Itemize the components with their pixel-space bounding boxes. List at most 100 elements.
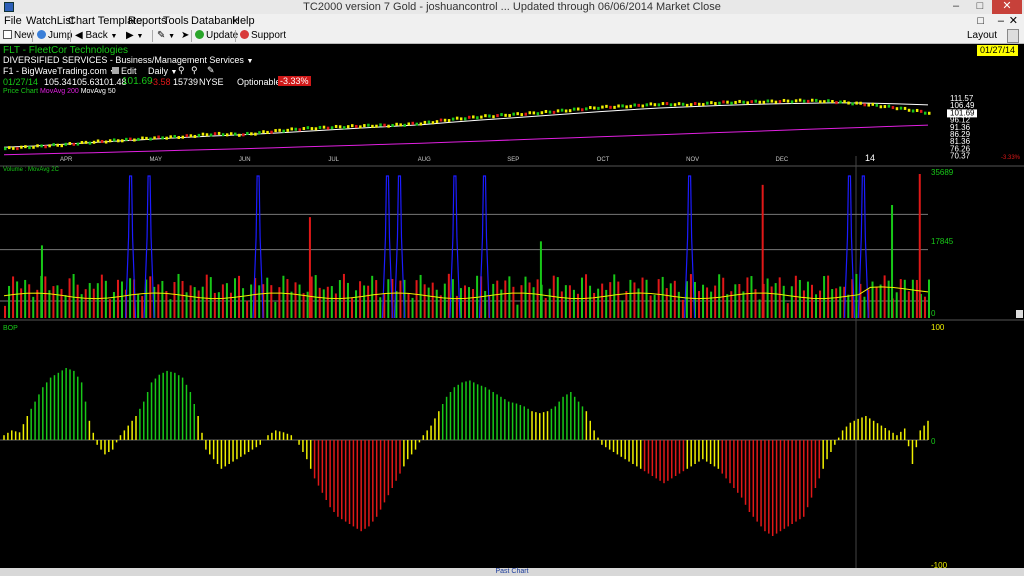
price-candle	[843, 100, 846, 104]
price-candle	[262, 130, 265, 134]
price-candle	[742, 100, 745, 104]
volume-bar	[621, 300, 624, 318]
price-candle	[899, 106, 903, 110]
price-candle	[217, 131, 221, 135]
price-candle	[302, 127, 306, 131]
price-candle	[677, 102, 681, 106]
minimize-button[interactable]: –	[944, 0, 968, 14]
toolbar-divider	[191, 30, 192, 42]
layout-button[interactable]: Layout	[967, 29, 997, 43]
support-button[interactable]: Support	[240, 29, 286, 43]
price-candle	[806, 99, 810, 103]
volume-bar	[508, 276, 511, 318]
price-candle	[657, 103, 661, 107]
price-candle	[334, 124, 338, 128]
volume-bar	[484, 290, 487, 318]
price-candle	[560, 108, 564, 112]
volume-bar	[524, 276, 527, 318]
volume-bar	[60, 288, 63, 318]
price-candle	[28, 146, 31, 150]
menu-watchlist[interactable]: WatchList	[26, 14, 74, 28]
price-candle	[815, 98, 818, 102]
new-button[interactable]: New	[3, 29, 34, 43]
forward-button[interactable]: ▶ ▼	[126, 29, 143, 43]
price-candle	[637, 103, 640, 107]
jump-button[interactable]: Jump	[37, 29, 72, 43]
volume-bar	[798, 279, 801, 318]
volume-bar	[181, 280, 184, 318]
volume-bar	[645, 279, 648, 318]
volume-bar	[492, 283, 495, 318]
volume-bar	[532, 287, 535, 318]
bop-axis-max: 100	[931, 323, 945, 332]
volume-bar	[221, 284, 224, 318]
price-candle	[629, 104, 632, 108]
price-candle	[24, 145, 27, 149]
volume-bar	[681, 299, 684, 318]
price-candle	[714, 102, 717, 106]
menu-reports[interactable]: Reports	[128, 14, 167, 28]
close-button[interactable]: ✕	[992, 0, 1022, 14]
price-candle	[516, 112, 519, 116]
volume-bar	[28, 284, 31, 318]
volume-bar	[883, 275, 886, 318]
volume-bar	[463, 285, 466, 318]
layout-grid-icon[interactable]	[1007, 29, 1019, 43]
price-candle	[726, 100, 729, 104]
price-candle	[12, 146, 15, 150]
price-candle	[528, 111, 532, 115]
volume-bar	[435, 289, 438, 318]
menu-help[interactable]: Help	[232, 14, 255, 28]
price-candle	[205, 133, 209, 137]
volume-bar-tall	[918, 174, 921, 318]
volume-bar	[330, 286, 333, 318]
price-candle	[875, 103, 879, 107]
chevron-down-icon: ▼	[110, 33, 118, 40]
volume-bar	[294, 282, 297, 318]
update-button[interactable]: Update	[195, 29, 238, 43]
volume-bar	[274, 301, 277, 318]
price-candle	[326, 126, 330, 130]
price-candle	[532, 111, 536, 115]
price-candle	[597, 106, 600, 110]
price-candle	[883, 105, 887, 109]
price-candle	[492, 115, 495, 119]
price-candle	[903, 106, 907, 110]
price-candle	[88, 141, 92, 145]
volume-bar	[24, 279, 27, 318]
volume-bar	[718, 274, 721, 318]
price-candle	[633, 103, 636, 107]
volume-bar	[657, 279, 660, 318]
price-candle	[746, 101, 749, 105]
volume-bar	[108, 299, 111, 318]
volume-bar	[68, 278, 71, 318]
price-candle	[572, 107, 576, 111]
back-button[interactable]: ◀ Back ▼	[75, 29, 117, 43]
menu-bar: File WatchList Chart Template Reports To…	[0, 14, 1024, 28]
volume-bar	[576, 293, 579, 318]
menu-close-icon[interactable]: ✕	[1009, 14, 1018, 28]
volume-bar	[923, 296, 926, 318]
price-candle	[480, 115, 483, 119]
pencil-icon: ✎	[157, 30, 166, 41]
menu-tools[interactable]: Tools	[163, 14, 189, 28]
volume-bar	[593, 292, 596, 318]
volume-axis-zero: 0	[931, 309, 936, 318]
bop-legend: BOP	[3, 325, 18, 332]
menu-file[interactable]: File	[4, 14, 22, 28]
menu-minimize-icon[interactable]: –	[998, 14, 1004, 28]
price-candle	[338, 125, 342, 129]
price-candle	[197, 133, 201, 137]
chart-canvas[interactable]: APR MAY JUN JUL AUG SEP OCT NOV DEC 14111.57106.4…	[0, 44, 1024, 568]
color-tool-button[interactable]: ➤	[181, 29, 189, 43]
menu-restore-icon[interactable]: □	[977, 14, 984, 28]
volume-bar	[100, 274, 103, 318]
price-candle	[435, 120, 439, 124]
price-candle	[423, 120, 427, 124]
price-candle	[116, 139, 120, 143]
volume-bar	[298, 284, 301, 318]
maximize-button[interactable]: □	[968, 0, 992, 14]
volume-bar	[863, 296, 866, 318]
draw-tool-button[interactable]: ✎ ▼	[157, 29, 175, 43]
past-chart-bar[interactable]: Past Chart	[0, 568, 1024, 576]
